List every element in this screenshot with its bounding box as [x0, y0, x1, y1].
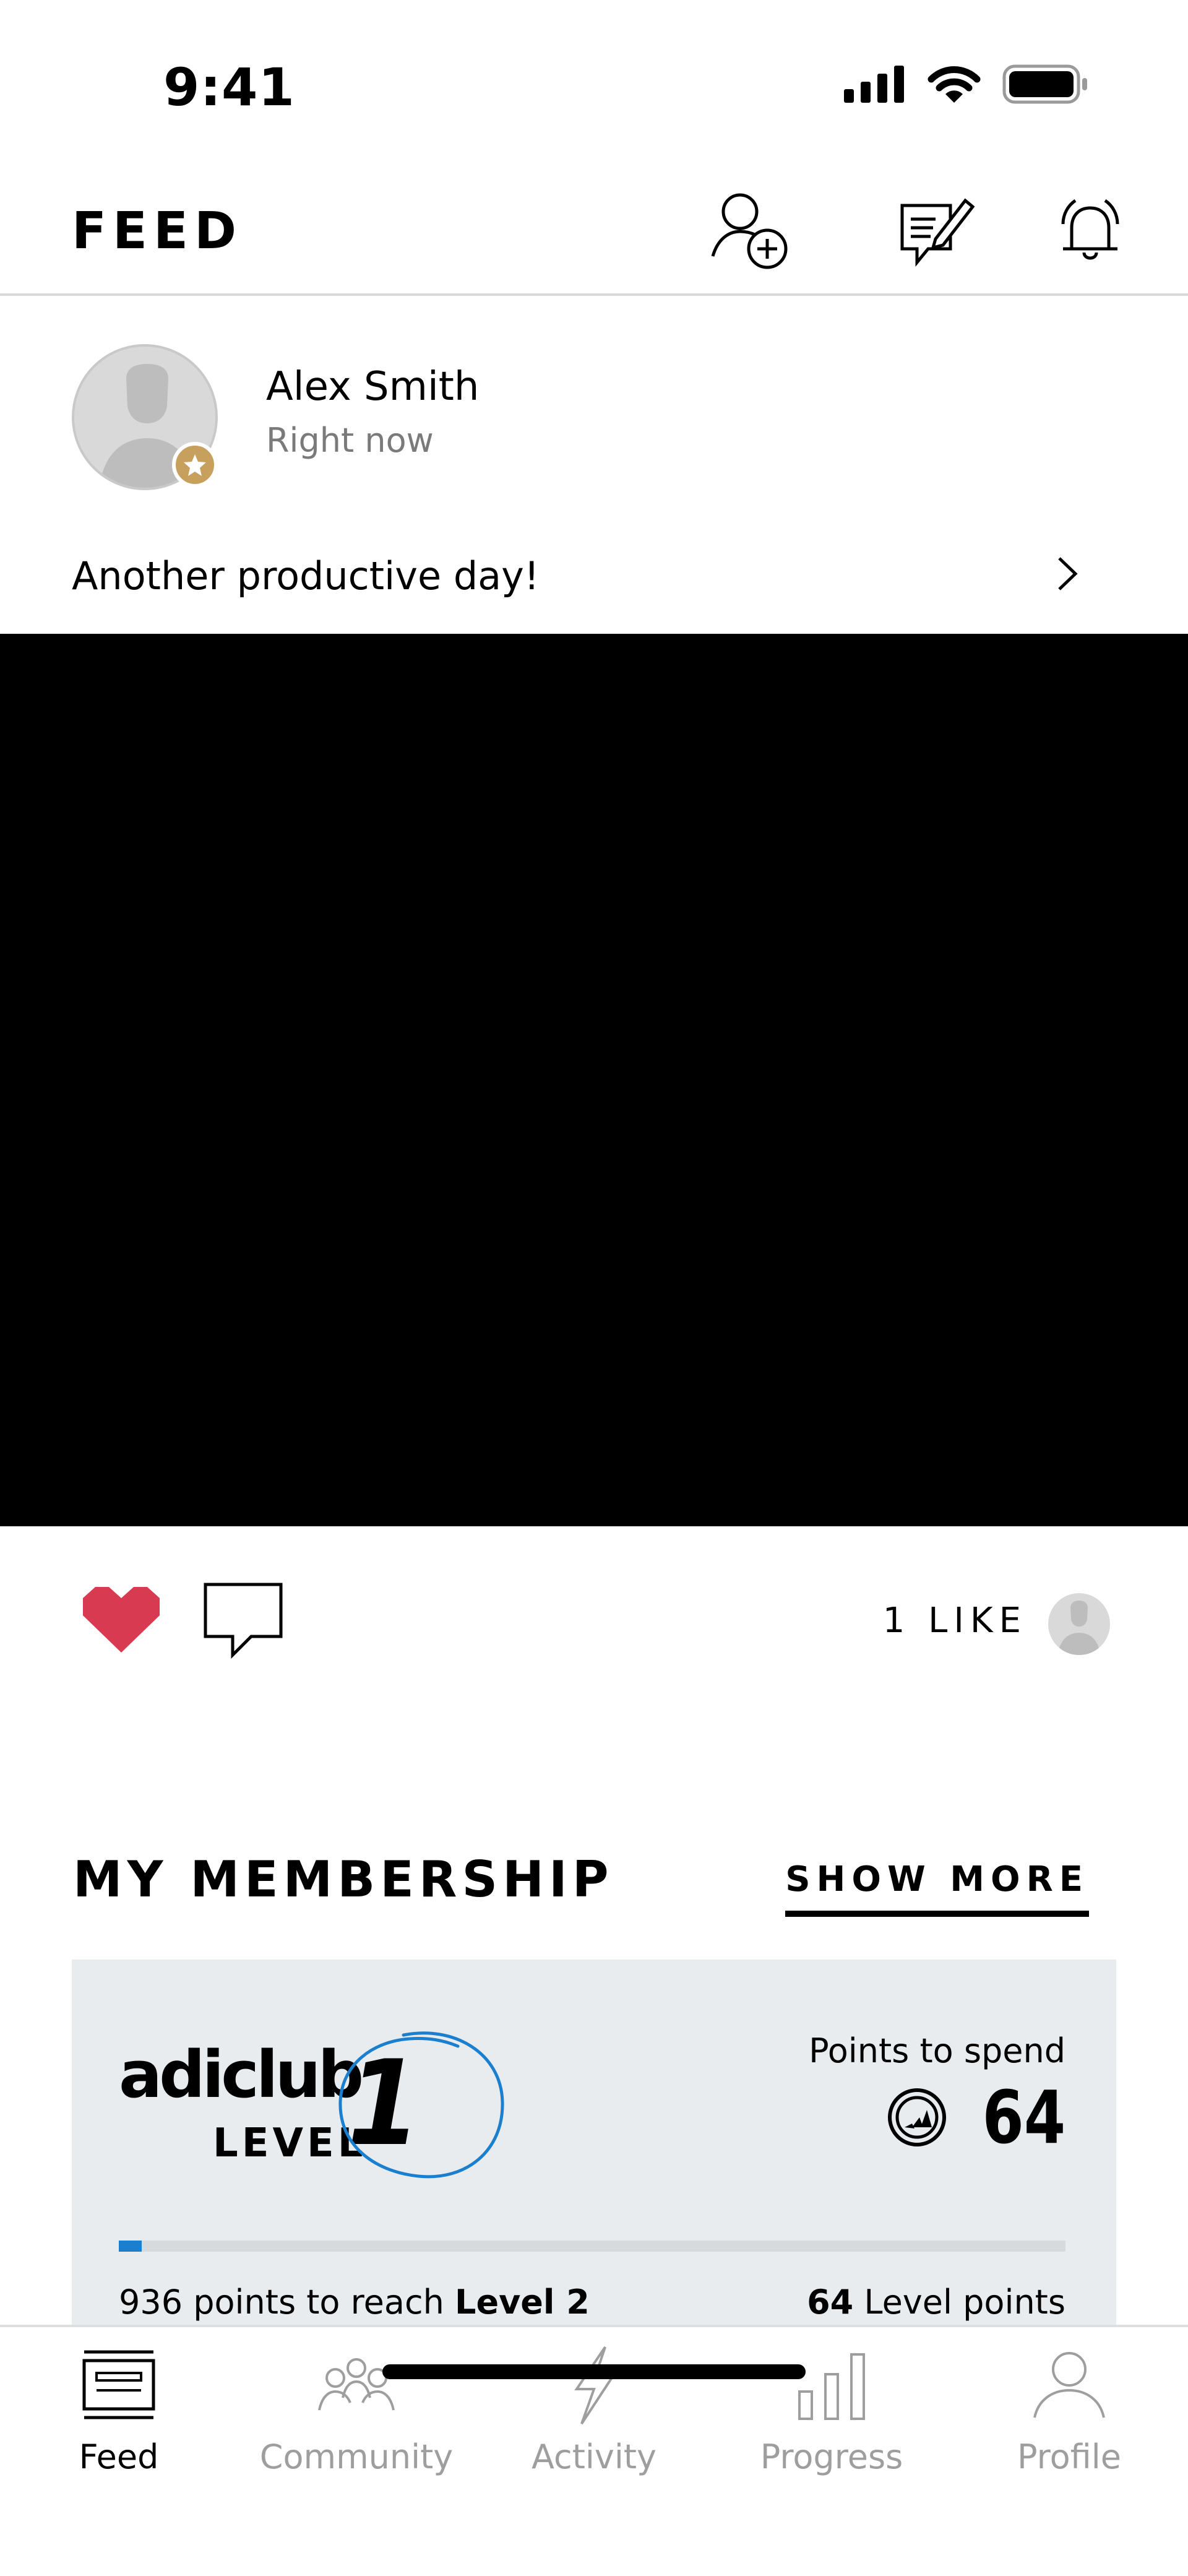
- feed-icon: [82, 2350, 155, 2419]
- chevron-right-icon: [1058, 557, 1078, 590]
- adiclub-level-logo: adiclub LEVEL 1: [119, 2031, 504, 2179]
- post-actions: 1 LIKE: [0, 1526, 1188, 1712]
- home-indicator[interactable]: [382, 2364, 806, 2379]
- notifications-button[interactable]: [1047, 187, 1134, 274]
- post-image[interactable]: [0, 634, 1188, 1526]
- cellular-signal-icon: [844, 66, 904, 103]
- tab-bar: Feed Community Activity Progress Profile: [0, 2325, 1188, 2576]
- comment-icon: [204, 1583, 283, 1659]
- post-author-name[interactable]: Alex Smith: [266, 364, 479, 410]
- like-button[interactable]: [78, 1583, 165, 1658]
- status-icons: [844, 64, 1089, 104]
- add-friend-icon: [711, 193, 788, 269]
- compose-icon: [900, 198, 975, 267]
- membership-section-header: MY MEMBERSHIP SHOW MORE: [0, 1832, 1188, 1925]
- points-to-next-level: 936 points to reach Level 2: [119, 2283, 590, 2322]
- points-to-spend-value: 64: [982, 2075, 1065, 2160]
- comment-button[interactable]: [202, 1578, 286, 1662]
- level-points-value: 64: [807, 2283, 854, 2322]
- tab-feed[interactable]: Feed: [0, 2342, 238, 2497]
- heart-icon: [83, 1587, 160, 1653]
- tab-label: Activity: [532, 2437, 656, 2476]
- battery-icon: [1002, 64, 1087, 104]
- likes-count[interactable]: 1 LIKE: [883, 1601, 1027, 1641]
- post-header[interactable]: Alex Smith Right now: [0, 296, 1188, 531]
- post-timestamp: Right now: [266, 421, 434, 460]
- tab-profile[interactable]: Profile: [950, 2342, 1188, 2497]
- star-icon: [184, 454, 206, 476]
- level-points: 64 Level points: [807, 2283, 1065, 2322]
- post-caption: Another productive day!: [72, 553, 540, 599]
- status-bar: 9:41: [0, 0, 1188, 161]
- activity-icon: [574, 2346, 615, 2425]
- tab-label: Progress: [760, 2437, 903, 2476]
- level-points-label: Level points: [853, 2283, 1065, 2322]
- next-level-name: Level 2: [455, 2283, 590, 2322]
- tab-label: Profile: [1017, 2437, 1121, 2476]
- level-progress-bar: [119, 2241, 1065, 2252]
- app-header: FEED: [0, 161, 1188, 296]
- feed-screen: 9:41 FEED Alex Smith Right now Another p…: [0, 0, 1188, 2576]
- membership-card[interactable]: adiclub LEVEL 1 Points to spend 64 936 p…: [72, 1960, 1116, 2331]
- points-to-next-level-text: 936 points to reach: [119, 2283, 455, 2322]
- show-more-link[interactable]: SHOW MORE: [785, 1859, 1089, 1917]
- tab-label: Feed: [79, 2437, 159, 2476]
- page-title: FEED: [72, 202, 243, 261]
- progress-icon: [798, 2353, 865, 2420]
- adidas-points-icon: [887, 2088, 946, 2146]
- liker-avatar[interactable]: [1048, 1593, 1110, 1655]
- points-to-spend-label: Points to spend: [809, 2031, 1065, 2070]
- community-icon: [318, 2358, 395, 2411]
- status-time: 9:41: [163, 57, 295, 118]
- level-progress-fill: [119, 2241, 142, 2252]
- adiclub-wordmark: adiclub: [119, 2037, 361, 2112]
- tab-label: Community: [259, 2437, 454, 2476]
- membership-star-badge: [172, 442, 218, 488]
- compose-button[interactable]: [892, 187, 979, 274]
- membership-title: MY MEMBERSHIP: [73, 1851, 614, 1908]
- person-silhouette-icon: [1058, 1601, 1100, 1655]
- notifications-icon: [1061, 199, 1119, 260]
- wifi-icon: [928, 66, 981, 103]
- add-friend-button[interactable]: [707, 187, 793, 274]
- post-caption-row[interactable]: Another productive day!: [0, 531, 1188, 634]
- profile-icon: [1033, 2352, 1105, 2418]
- points-to-spend: 64: [887, 2075, 1065, 2160]
